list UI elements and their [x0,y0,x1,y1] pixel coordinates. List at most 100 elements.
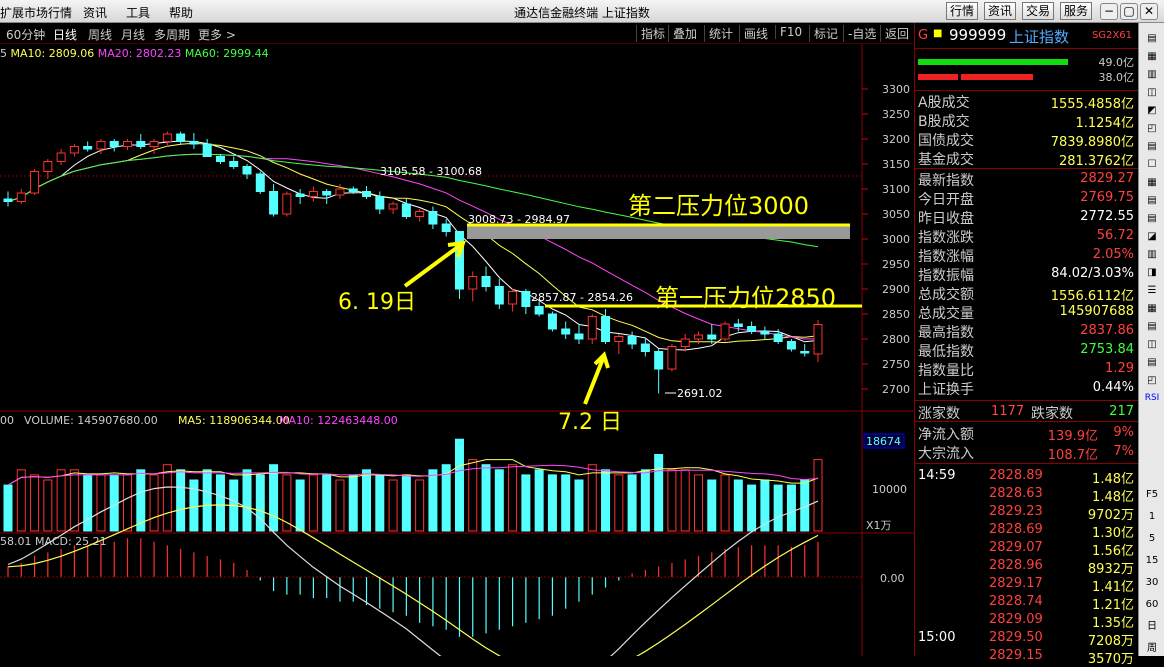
flow-pct: 9% [1113,425,1134,440]
quote-code: 999999 [949,26,1007,44]
side-tool-icon[interactable]: ◰ [1143,121,1161,137]
quote-row-label: 最高指数 [918,325,974,341]
quote-row: 指数振幅 84.02/3.03% [915,264,1138,284]
toolbar-mark[interactable]: 标记 [809,25,838,42]
candle-body [162,133,172,142]
volume-bar [428,469,438,532]
macd-header: 58.01 [0,535,32,548]
tick-time: 14:59 [918,468,956,483]
candle-body [149,141,159,147]
volume-bar [640,469,650,532]
quote-row-value: 2753.84 [1080,342,1134,357]
quote-row-label: 总成交额 [918,287,974,303]
vol-ma5: MA5: 118906344.00 [178,414,290,427]
volume-bar [813,459,823,532]
side-period-button[interactable]: 周 [1143,641,1161,657]
volume-bar [269,464,279,532]
minimize-button[interactable]: − [1100,3,1118,20]
maximize-button[interactable]: ▢ [1120,3,1138,20]
side-tool-icon[interactable]: ▤ [1143,211,1161,227]
side-tool-icon[interactable]: ◩ [1143,103,1161,119]
period-week[interactable]: 周线 [88,26,112,43]
side-tool-icon[interactable]: ▤ [1143,319,1161,335]
side-period-button[interactable]: 15 [1143,553,1161,569]
toolbar-overlay[interactable]: 叠加 [668,25,697,42]
quote-row-label: 基金成交 [918,152,974,168]
quote-row-value: 145907688 [1059,304,1134,319]
candle-body [640,343,650,352]
candle-body [441,223,451,232]
side-tool-icon[interactable]: ◫ [1143,337,1161,353]
quote-row-value: 281.3762亿 [1058,154,1134,169]
candle-body [189,141,199,145]
side-tool-icon[interactable]: ▤ [1143,193,1161,209]
candle-body [693,334,703,340]
side-tool-icon[interactable]: ▤ [1143,31,1161,47]
period-60min[interactable]: 60分钟 [6,26,45,43]
toolbar-f10[interactable]: F10 [775,25,802,39]
candle-body [30,171,40,194]
down-count: 217 [1109,404,1134,419]
menu-tools[interactable]: 工具 [126,4,150,21]
side-tool-icon[interactable]: ▥ [1143,67,1161,83]
up-count-label: 涨家数 [918,406,960,422]
menu-market[interactable]: 扩展市场行情 [0,4,72,21]
chart-area[interactable]: 60分钟 日线 周线 月线 多周期 更多 > 指标 叠加 统计 画线 F10 标… [0,23,914,656]
toolbar-indicator[interactable]: 指标 [636,25,665,42]
period-more[interactable]: 更多 > [198,26,236,43]
toolbar-draw[interactable]: 画线 [739,25,768,42]
side-period-button[interactable]: 1 [1143,509,1161,525]
side-period-button[interactable]: F5 [1143,487,1161,503]
tab-trade[interactable]: 交易 [1022,2,1055,20]
side-tool-icon[interactable]: ▦ [1143,175,1161,191]
candle-body [561,328,571,335]
side-tool-icon[interactable]: ☰ [1143,283,1161,299]
vol-unit: X1万 [866,519,892,532]
side-period-button[interactable]: 30 [1143,575,1161,591]
toolbar-watchlist[interactable]: -自选 [843,25,876,42]
side-period-button[interactable]: 5 [1143,531,1161,547]
period-day[interactable]: 日线 [53,26,77,43]
tab-news[interactable]: 资讯 [984,2,1017,20]
menu-help[interactable]: 帮助 [169,4,193,21]
side-tool-icon[interactable]: ◨ [1143,265,1161,281]
toolbar-back[interactable]: 返回 [880,25,909,42]
tick-price: 2828.96 [989,558,1043,573]
side-period-button[interactable]: 60 [1143,597,1161,613]
volume-bar [654,454,664,532]
period-multi[interactable]: 多周期 [154,26,190,43]
tick-row: 2828.74 1.21亿 [915,593,1138,613]
tab-service[interactable]: 服务 [1060,2,1093,20]
side-tool-icon[interactable]: ☐ [1143,157,1161,173]
side-tool-icon[interactable]: ▤ [1143,355,1161,371]
up-amount: 49.0亿 [1098,56,1135,69]
side-tool-icon[interactable]: ◰ [1143,373,1161,389]
toolbar-stats[interactable]: 统计 [704,25,733,42]
close-button[interactable]: ✕ [1140,3,1158,20]
quote-row-label: 最低指数 [918,344,974,360]
quote-row: 上证换手 0.44% [915,378,1138,398]
period-month[interactable]: 月线 [121,26,145,43]
price-axis: 3300 3250 3200 3150 3100 3050 3000 2950 2900 2850… [862,83,910,396]
candle-body [667,346,677,370]
tab-quotes[interactable]: 行情 [946,2,979,20]
side-tool-icon[interactable]: ▥ [1143,247,1161,263]
volume-bar [375,474,385,532]
side-tool-icon[interactable]: ◪ [1143,229,1161,245]
menu-info[interactable]: 资讯 [83,4,107,21]
quote-header: G ■ 999999 上证指数 SG2X61 [915,23,1138,49]
side-period-button[interactable]: 日 [1143,619,1161,635]
price-tick-label: 2850 [882,308,910,321]
rsi-icon[interactable]: RSI [1143,390,1161,406]
side-tool-icon[interactable]: ▤ [1143,139,1161,155]
volume-bar [415,479,425,532]
side-tool-icon[interactable]: ◫ [1143,85,1161,101]
candle-body [601,316,611,342]
low-price-label: 2691.02 [677,387,723,400]
candle-body [773,333,783,342]
side-tool-icon[interactable]: ▦ [1143,301,1161,317]
side-tool-icon[interactable]: ▦ [1143,49,1161,65]
volume-bar [720,474,730,532]
quote-tag: SG2X61 [1091,30,1132,41]
tick-price: 2828.74 [989,594,1043,609]
